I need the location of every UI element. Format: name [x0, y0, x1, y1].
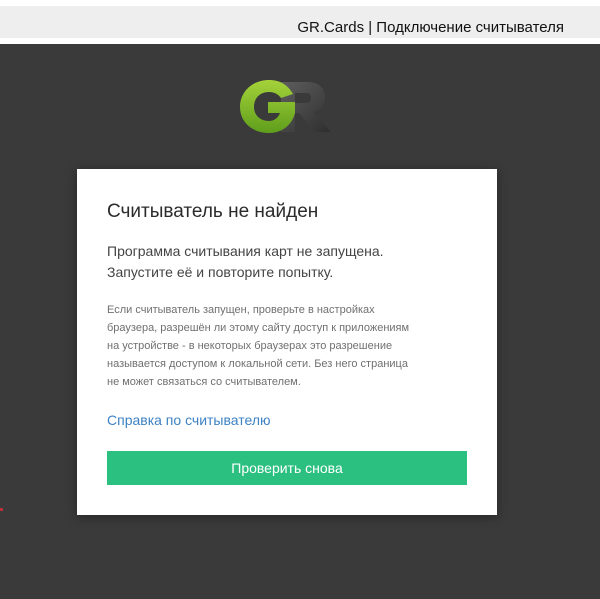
- dialog-note-line: браузера, разрешён ли этому сайту доступ…: [107, 322, 410, 334]
- gr-logo-icon: [235, 74, 335, 134]
- dialog-message-line: Запустите её и повторите попытку.: [107, 264, 334, 280]
- dialog-note: Если считыватель запущен, проверьте в на…: [107, 301, 477, 391]
- dialog-note-line: на устройстве - в некоторых браузерах эт…: [107, 340, 393, 352]
- retry-button[interactable]: Проверить снова: [107, 451, 467, 485]
- window-title: GR.Cards | Подключение считывателя: [297, 19, 564, 36]
- dialog-message: Программа считывания карт не запущена. З…: [107, 241, 477, 283]
- dialog-title: Считыватель не найден: [107, 201, 319, 222]
- dialog-note-line: называется доступом к локальной сети. Бе…: [107, 358, 408, 370]
- reader-help-link[interactable]: Справка по считывателю: [107, 412, 271, 428]
- dialog-note-line: не может связаться со считывателем.: [107, 376, 301, 388]
- dialog-note-line: Если считыватель запущен, проверьте в на…: [107, 304, 375, 316]
- window-titlebar: GR.Cards | Подключение считывателя: [0, 0, 600, 44]
- titlebar-strip: GR.Cards | Подключение считывателя: [0, 6, 600, 38]
- app-background: Считыватель не найден Программа считыван…: [0, 44, 600, 599]
- dialog-message-line: Программа считывания карт не запущена.: [107, 243, 384, 259]
- edge-mark: [0, 508, 3, 511]
- reader-not-found-dialog: Считыватель не найден Программа считыван…: [77, 169, 497, 515]
